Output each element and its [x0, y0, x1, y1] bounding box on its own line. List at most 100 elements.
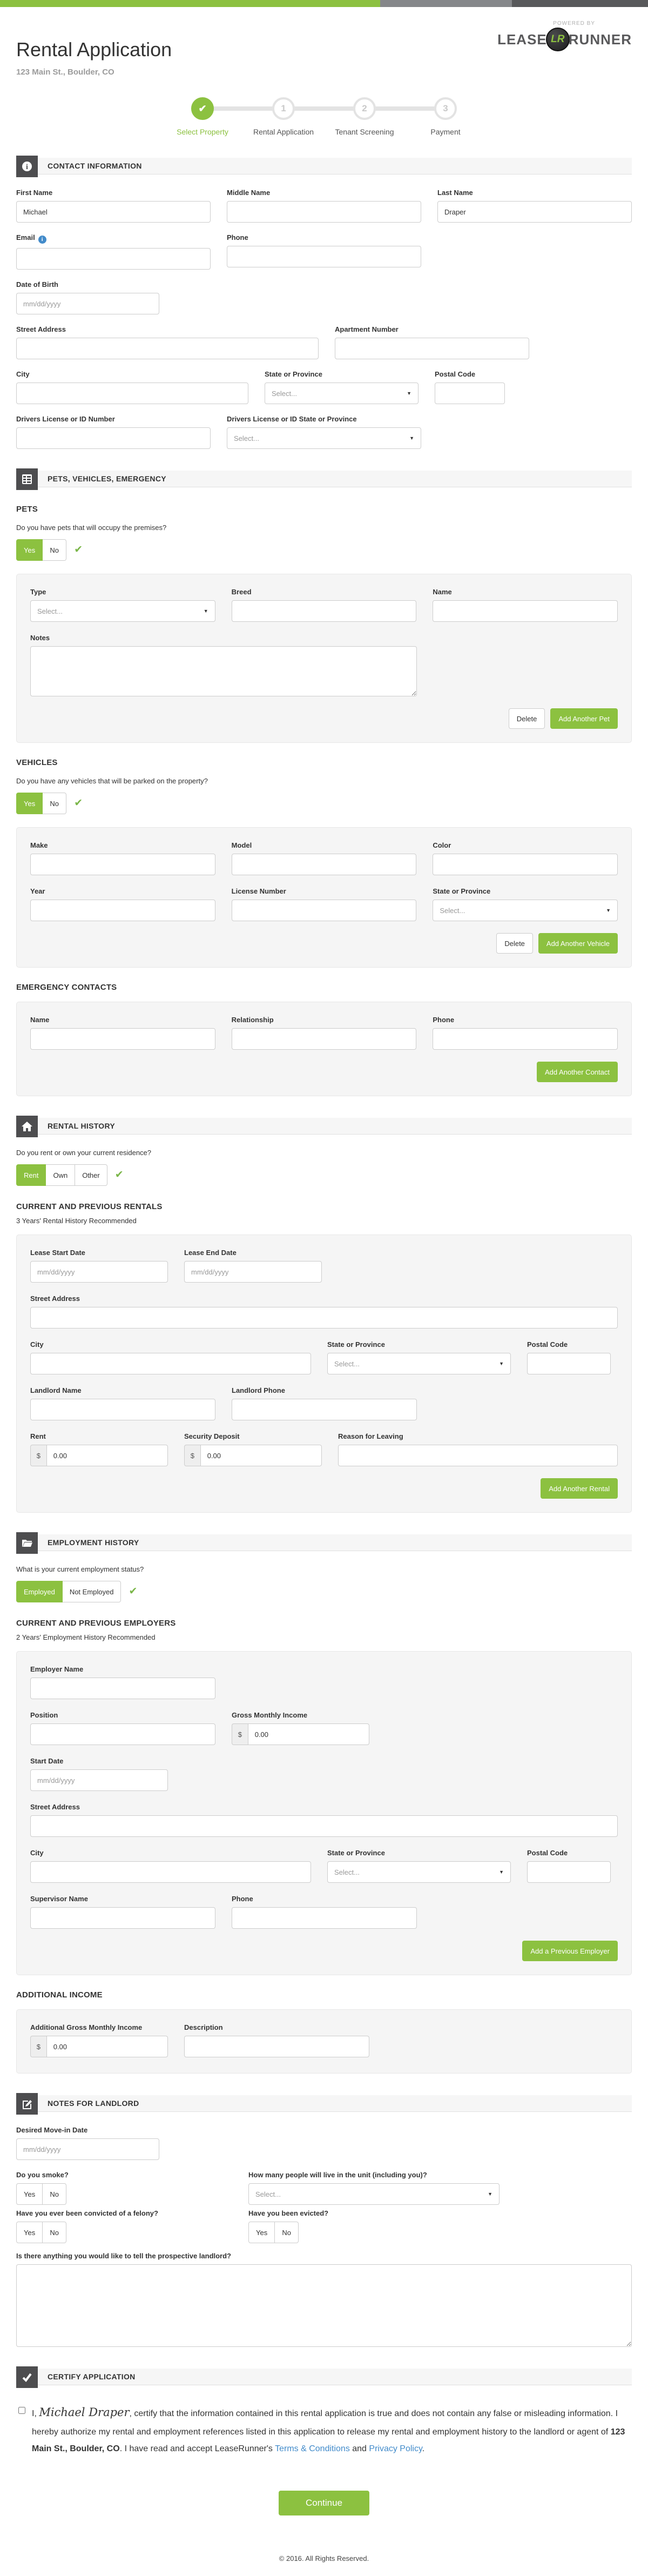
- middle-name-input[interactable]: [227, 201, 421, 223]
- tell-landlord-textarea[interactable]: [16, 2264, 632, 2347]
- certify-checkbox[interactable]: [18, 2407, 25, 2414]
- rental-state-select[interactable]: Select... ▼: [327, 1353, 511, 1374]
- add-another-contact-button[interactable]: Add Another Contact: [537, 1062, 618, 1082]
- employer-postal-input[interactable]: [527, 1861, 611, 1883]
- delete-vehicle-button[interactable]: Delete: [496, 933, 533, 954]
- additional-income-input[interactable]: [46, 2036, 168, 2057]
- dl-number-input[interactable]: [16, 427, 211, 449]
- vehicle-make-input[interactable]: [30, 854, 215, 875]
- employer-state-select[interactable]: Select... ▼: [327, 1861, 511, 1883]
- pet-card: Type Select... ▼ Breed Name Notes Delete …: [16, 574, 632, 743]
- terms-link[interactable]: Terms & Conditions: [275, 2444, 350, 2453]
- postal-input[interactable]: [435, 383, 505, 404]
- employer-state-label: State or Province: [327, 1849, 385, 1857]
- evicted-no-button[interactable]: No: [275, 2222, 299, 2243]
- emergency-phone-input[interactable]: [433, 1028, 618, 1050]
- own-button[interactable]: Own: [46, 1164, 76, 1186]
- emergency-name-label: Name: [30, 1016, 50, 1024]
- add-another-rental-button[interactable]: Add Another Rental: [541, 1478, 618, 1499]
- landlord-phone-label: Landlord Phone: [232, 1386, 285, 1394]
- add-another-pet-button[interactable]: Add Another Pet: [550, 708, 618, 729]
- step-number: 3: [434, 97, 457, 120]
- emergency-relationship-input[interactable]: [231, 1028, 417, 1050]
- rental-city-input[interactable]: [30, 1353, 311, 1374]
- pets-yes-button[interactable]: Yes: [16, 539, 43, 561]
- pet-type-select[interactable]: Select... ▼: [30, 600, 215, 622]
- lease-start-label: Lease Start Date: [30, 1249, 85, 1257]
- phone-input[interactable]: [227, 246, 421, 267]
- people-select[interactable]: Select... ▼: [248, 2183, 500, 2205]
- income-description-input[interactable]: [184, 2036, 369, 2057]
- supervisor-input[interactable]: [30, 1907, 215, 1929]
- evicted-yes-button[interactable]: Yes: [248, 2222, 275, 2243]
- step-payment[interactable]: 3 Payment: [405, 97, 486, 136]
- other-button[interactable]: Other: [75, 1164, 107, 1186]
- step-rental-application[interactable]: 1 Rental Application: [243, 97, 324, 136]
- vehicle-license-input[interactable]: [231, 900, 417, 921]
- logo-word-runner: RUNNER: [568, 31, 632, 48]
- pencil-square-icon: [16, 2093, 38, 2115]
- dob-input[interactable]: [16, 293, 159, 314]
- vehicle-state-select[interactable]: Select... ▼: [433, 900, 618, 921]
- reason-leaving-input[interactable]: [338, 1445, 618, 1466]
- email-input[interactable]: [16, 248, 211, 270]
- felony-no-button[interactable]: No: [43, 2222, 67, 2243]
- employed-button[interactable]: Employed: [16, 1581, 63, 1602]
- deposit-input[interactable]: [200, 1445, 322, 1466]
- income-description-label: Description: [184, 2023, 223, 2031]
- state-select[interactable]: Select... ▼: [265, 383, 418, 404]
- pet-notes-textarea[interactable]: [30, 646, 417, 696]
- landlord-name-input[interactable]: [30, 1399, 215, 1420]
- chevron-down-icon: ▼: [499, 1869, 504, 1875]
- rent-button[interactable]: Rent: [16, 1164, 46, 1186]
- dl-state-label: Drivers License or ID State or Province: [227, 415, 357, 423]
- smoke-yes-button[interactable]: Yes: [16, 2183, 43, 2205]
- emergency-name-input[interactable]: [30, 1028, 215, 1050]
- vehicle-year-input[interactable]: [30, 900, 215, 921]
- step-tenant-screening[interactable]: 2 Tenant Screening: [324, 97, 405, 136]
- position-input[interactable]: [30, 1723, 215, 1745]
- employer-name-input[interactable]: [30, 1678, 215, 1699]
- street-input[interactable]: [16, 338, 319, 359]
- dl-state-select[interactable]: Select... ▼: [227, 427, 421, 449]
- smoke-toggle: Yes No: [16, 2183, 232, 2205]
- rental-street-input[interactable]: [30, 1307, 618, 1329]
- landlord-phone-input[interactable]: [232, 1399, 417, 1420]
- add-previous-employer-button[interactable]: Add a Previous Employer: [522, 1941, 618, 1961]
- felony-yes-button[interactable]: Yes: [16, 2222, 43, 2243]
- not-employed-button[interactable]: Not Employed: [62, 1581, 122, 1602]
- rent-input[interactable]: [46, 1445, 168, 1466]
- movein-input[interactable]: [16, 2138, 159, 2160]
- pet-notes-label: Notes: [30, 634, 50, 642]
- gross-income-input[interactable]: [247, 1723, 369, 1745]
- privacy-link[interactable]: Privacy Policy: [369, 2444, 422, 2453]
- employer-phone-input[interactable]: [232, 1907, 417, 1929]
- vehicles-no-button[interactable]: No: [43, 793, 67, 814]
- employer-street-input[interactable]: [30, 1815, 618, 1837]
- employer-city-input[interactable]: [30, 1861, 311, 1883]
- city-input[interactable]: [16, 383, 248, 404]
- delete-pet-button[interactable]: Delete: [508, 708, 545, 729]
- rental-postal-input[interactable]: [527, 1353, 611, 1374]
- apartment-input[interactable]: [335, 338, 529, 359]
- continue-button[interactable]: Continue: [279, 2491, 369, 2516]
- pet-name-input[interactable]: [433, 600, 618, 622]
- pets-no-button[interactable]: No: [43, 539, 67, 561]
- pet-breed-input[interactable]: [231, 600, 417, 622]
- step-number: 1: [272, 97, 295, 120]
- last-name-input[interactable]: [437, 201, 632, 223]
- first-name-input[interactable]: [16, 201, 211, 223]
- start-date-input[interactable]: [30, 1769, 168, 1791]
- vehicle-model-input[interactable]: [231, 854, 417, 875]
- smoke-no-button[interactable]: No: [43, 2183, 67, 2205]
- people-question: How many people will live in the unit (i…: [248, 2171, 427, 2179]
- lease-end-input[interactable]: [184, 1261, 322, 1283]
- add-another-vehicle-button[interactable]: Add Another Vehicle: [538, 933, 618, 954]
- lease-start-input[interactable]: [30, 1261, 168, 1283]
- step-select-property[interactable]: ✔ Select Property: [162, 97, 243, 136]
- tell-landlord-question: Is there anything you would like to tell…: [16, 2252, 231, 2260]
- chevron-down-icon: ▼: [407, 391, 411, 396]
- vehicle-color-input[interactable]: [433, 854, 618, 875]
- email-info-icon[interactable]: i: [38, 236, 46, 244]
- vehicles-yes-button[interactable]: Yes: [16, 793, 43, 814]
